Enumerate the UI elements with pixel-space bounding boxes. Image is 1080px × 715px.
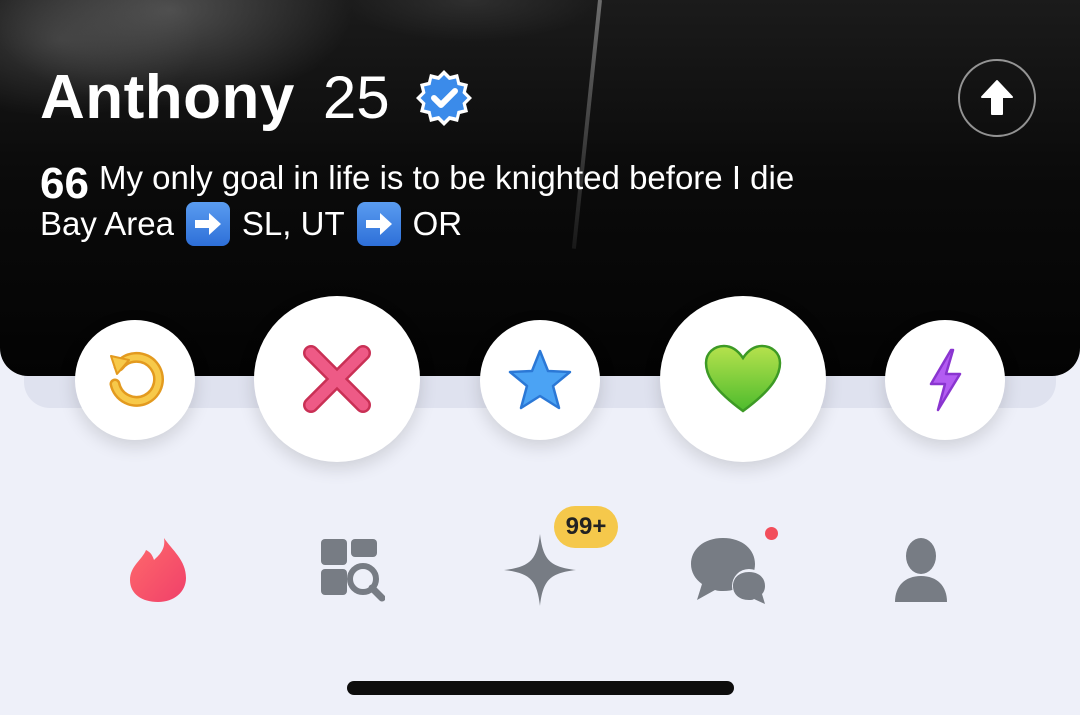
right-arrow-emoji-icon bbox=[356, 202, 401, 246]
nav-messages[interactable] bbox=[684, 525, 774, 615]
arrow-up-icon bbox=[981, 80, 1013, 115]
explore-icon bbox=[321, 539, 385, 602]
rewind-button[interactable] bbox=[75, 320, 195, 440]
unread-dot bbox=[765, 527, 778, 540]
heart-icon bbox=[704, 344, 782, 413]
verified-badge-icon bbox=[415, 69, 472, 126]
bio-line-2: Bay Area SL, UT OR bbox=[40, 201, 794, 247]
super-like-button[interactable] bbox=[480, 320, 600, 440]
nope-button[interactable] bbox=[254, 296, 420, 462]
quote-icon: 66 bbox=[40, 159, 89, 208]
nav-profile[interactable] bbox=[876, 525, 966, 615]
close-icon bbox=[303, 345, 371, 413]
bio-location-3: OR bbox=[412, 205, 463, 242]
expand-profile-button[interactable] bbox=[958, 59, 1036, 137]
nav-discover[interactable] bbox=[113, 525, 203, 615]
chat-icon bbox=[691, 538, 766, 604]
profile-name: Anthony bbox=[40, 63, 295, 132]
rewind-icon bbox=[109, 351, 164, 407]
bio-location-2: SL, UT bbox=[241, 205, 345, 242]
lightning-icon bbox=[929, 348, 962, 412]
like-button[interactable] bbox=[660, 296, 826, 462]
profile-header: Anthony 25 bbox=[40, 62, 474, 133]
right-arrow-emoji-icon bbox=[185, 202, 230, 246]
home-indicator[interactable] bbox=[347, 681, 734, 695]
profile-bio: 66 My only goal in life is to be knighte… bbox=[40, 155, 794, 247]
star-icon bbox=[508, 349, 572, 410]
notification-badge: 99+ bbox=[554, 506, 618, 548]
boost-button[interactable] bbox=[885, 320, 1005, 440]
flame-icon bbox=[130, 538, 186, 602]
profile-icon bbox=[895, 538, 947, 602]
bio-line-1: 66 My only goal in life is to be knighte… bbox=[40, 155, 795, 206]
profile-age: 25 bbox=[322, 64, 390, 131]
nav-explore[interactable] bbox=[303, 525, 393, 615]
bio-text: My only goal in life is to be knighted b… bbox=[98, 159, 795, 196]
